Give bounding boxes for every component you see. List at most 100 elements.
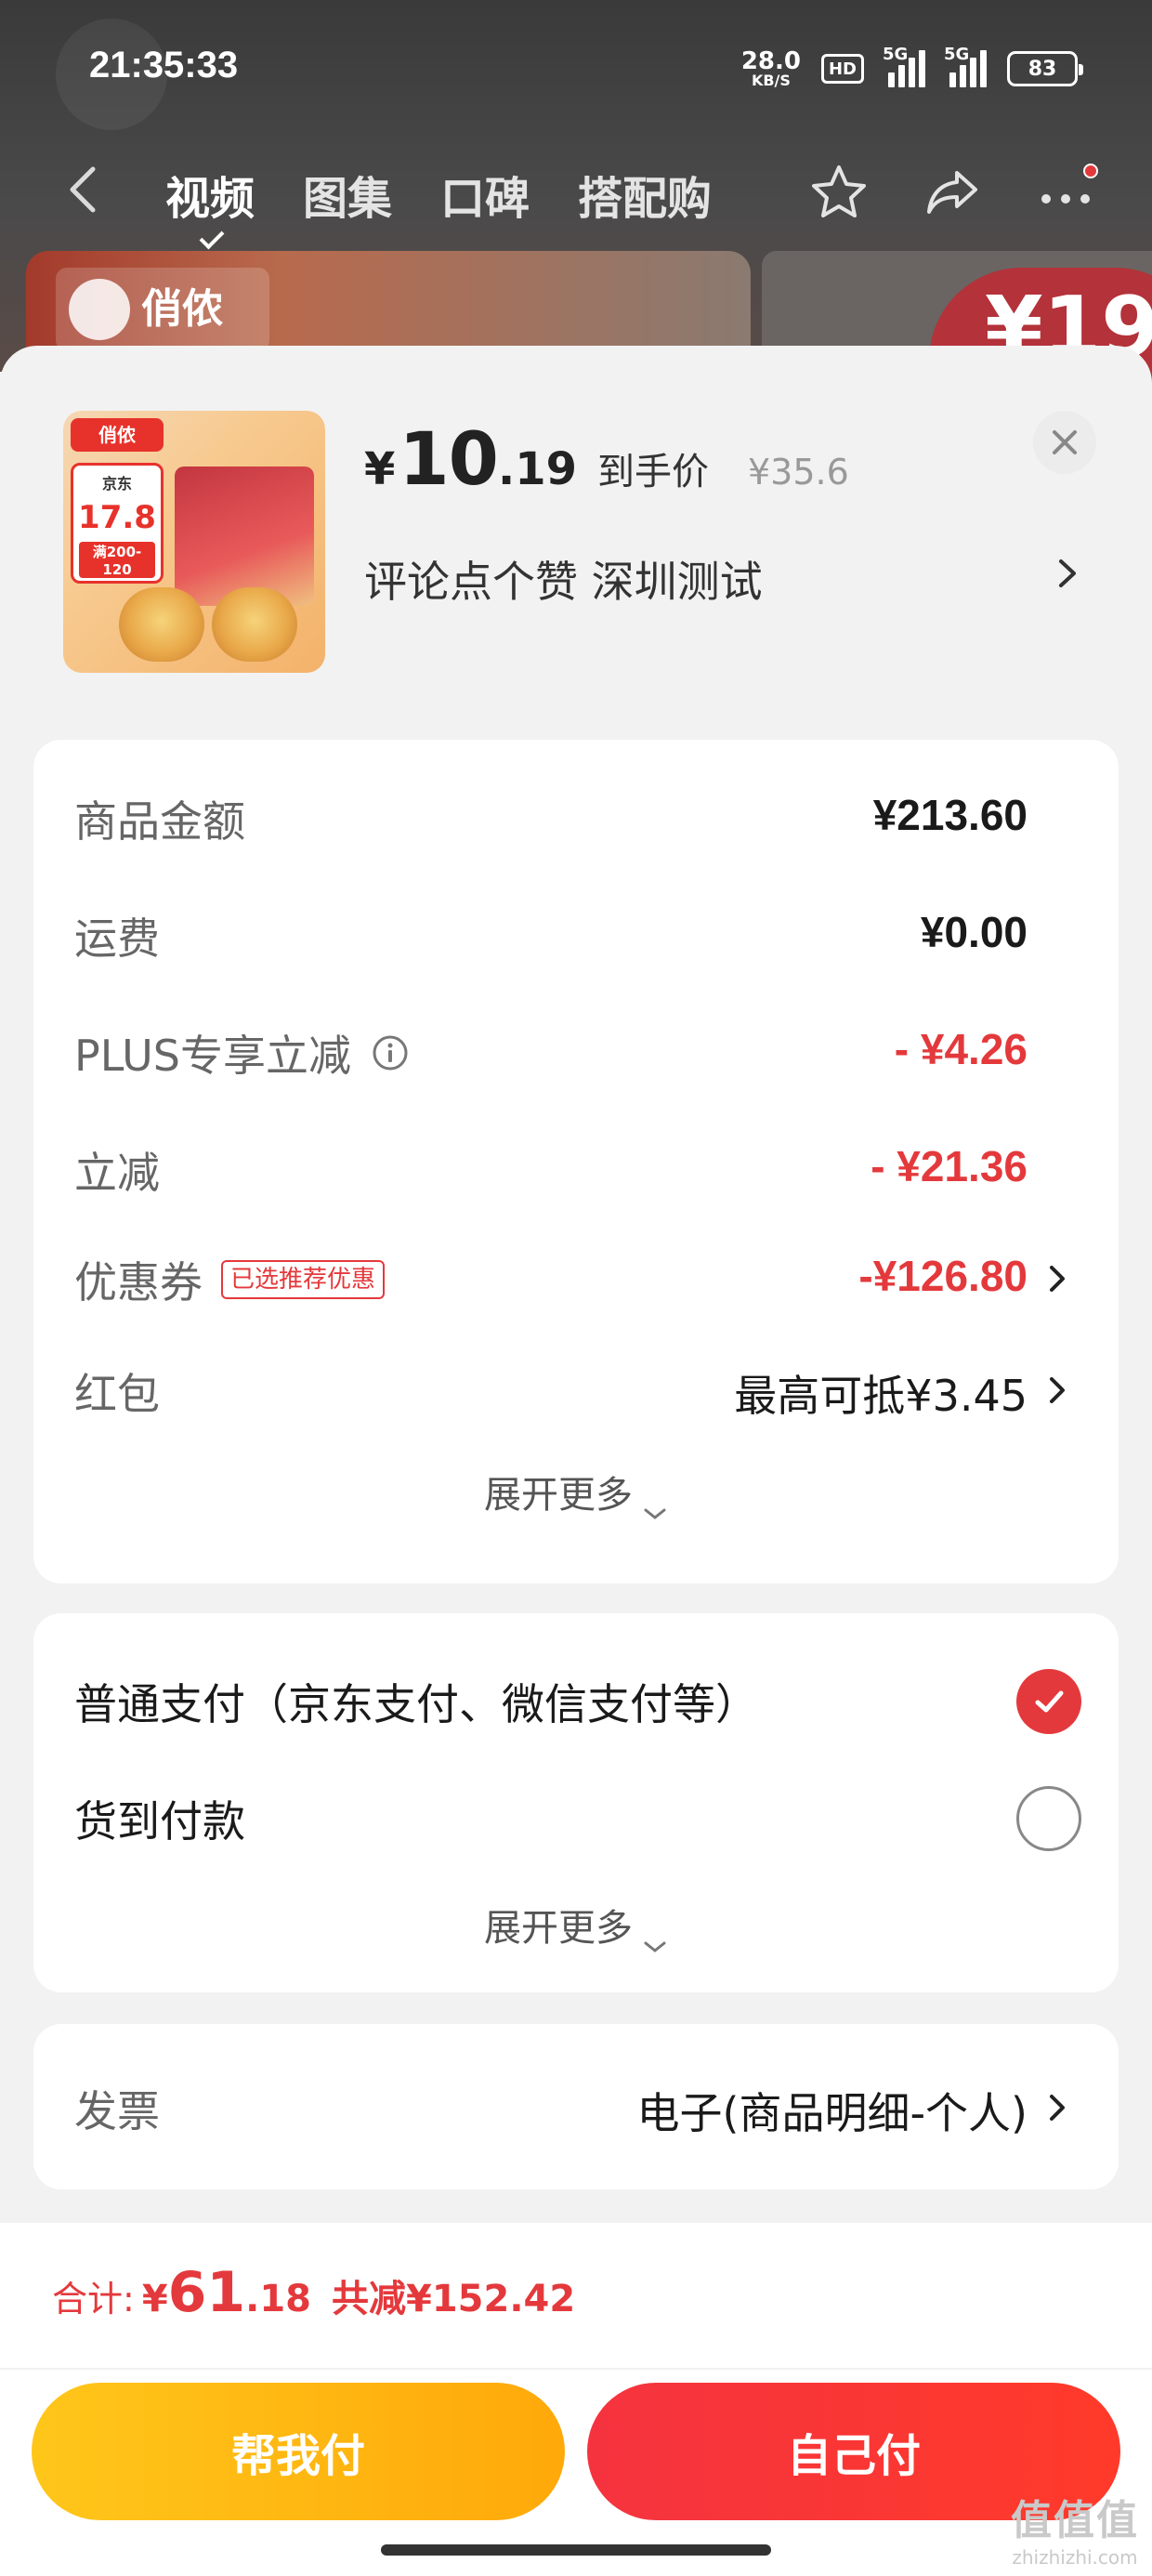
network-speed-unit: KB/S	[751, 72, 791, 89]
payment-option-normal[interactable]: 普通支付（京东支付、微信支付等）	[33, 1650, 1119, 1743]
payment-option-label: 货到付款	[74, 1796, 245, 1847]
chevron-right-icon	[1044, 1258, 1072, 1299]
payment-option-label: 普通支付（京东支付、微信支付等）	[74, 1679, 758, 1729]
background-brand-logo: 俏侬	[56, 268, 269, 351]
row-invoice[interactable]: 发票 电子(商品明细-个人)	[33, 2065, 1119, 2149]
price-integer: 10	[399, 418, 499, 502]
brand-mascot-icon	[69, 279, 130, 340]
divider	[0, 2368, 1152, 2370]
notification-dot	[1083, 164, 1098, 178]
row-shipping: 运费 ¥0.00	[33, 892, 1119, 976]
thumb-egg-tarts	[119, 587, 305, 662]
row-value: ¥213.60	[872, 791, 1028, 839]
row-label: 运费	[74, 913, 160, 964]
expand-more-button[interactable]: 展开更多	[33, 1898, 1119, 1952]
row-coupon[interactable]: 优惠券 已选推荐优惠 -¥126.80	[33, 1236, 1119, 1320]
info-icon[interactable]	[372, 1034, 409, 1071]
row-label: 立减	[74, 1148, 160, 1198]
row-label: 红包	[74, 1369, 160, 1419]
price-label: 到手价	[596, 451, 709, 493]
help-me-pay-button[interactable]: 帮我付	[32, 2383, 565, 2520]
row-value: -¥126.80	[858, 1252, 1028, 1300]
row-value: ¥0.00	[920, 908, 1028, 956]
row-label: PLUS专享立减	[74, 1022, 409, 1084]
home-indicator[interactable]	[381, 2544, 771, 2556]
chevron-right-icon[interactable]	[1048, 550, 1085, 597]
row-plus-discount: PLUS专享立减 - ¥4.26	[33, 1009, 1119, 1093]
checked-radio-icon[interactable]	[1016, 1669, 1081, 1734]
network-speed: 28.0 KB/S	[741, 49, 801, 88]
row-label: 商品金额	[74, 796, 245, 847]
row-red-packet[interactable]: 红包 最高可抵¥3.45	[33, 1347, 1119, 1431]
expand-more-label: 展开更多	[484, 1907, 633, 1950]
chevron-down-icon	[642, 1489, 668, 1519]
price-decimal: .19	[497, 443, 577, 495]
tab-reviews[interactable]: 口碑	[440, 162, 530, 227]
checkout-footer: 合计: ¥ 61 .18 共减¥152.42 帮我付 自己付 值值值 zhizh…	[0, 2223, 1152, 2576]
signal-icon-2: 5G	[944, 45, 987, 87]
original-price: ¥35.6	[747, 452, 849, 493]
battery-icon: 83	[1007, 51, 1083, 86]
payment-method-card: 普通支付（京东支付、微信支付等） 货到付款 展开更多	[33, 1613, 1119, 1992]
tab-bundle[interactable]: 搭配购	[578, 162, 712, 227]
unchecked-radio-icon[interactable]	[1016, 1786, 1081, 1851]
signal-label: 5G	[883, 45, 909, 64]
thumb-promo: 满200-120	[79, 542, 155, 578]
chevron-right-icon	[1044, 2087, 1072, 2128]
nav-actions	[808, 162, 1098, 223]
expand-more-label: 展开更多	[484, 1474, 633, 1517]
row-value: - ¥4.26	[894, 1025, 1028, 1073]
product-top-nav: 视频 图集 口碑 搭配购	[0, 139, 1152, 242]
chevron-down-icon	[642, 1922, 668, 1952]
total-decimal: .18	[245, 2278, 312, 2320]
invoice-card[interactable]: 发票 电子(商品明细-个人)	[33, 2024, 1119, 2189]
row-label-text: PLUS专享立减	[74, 1031, 351, 1081]
chevron-right-icon	[1044, 1370, 1072, 1411]
favorite-star-icon[interactable]	[808, 162, 870, 223]
tab-gallery[interactable]: 图集	[303, 162, 392, 227]
nav-tabs: 视频 图集 口碑 搭配购	[165, 162, 712, 227]
site-watermark: 值值值 zhizhizhi.com	[1011, 2487, 1139, 2569]
coupon-tag: 已选推荐优惠	[221, 1260, 386, 1299]
back-arrow-icon[interactable]	[59, 164, 111, 216]
payment-option-cod[interactable]: 货到付款	[33, 1768, 1119, 1860]
total-integer: 61	[167, 2260, 246, 2325]
total-label: 合计:	[52, 2279, 135, 2320]
background-brand-text: 俏侬	[141, 285, 223, 333]
expand-more-button[interactable]: 展开更多	[33, 1465, 1119, 1519]
product-spec[interactable]: 评论点个赞 深圳测试	[364, 548, 763, 610]
signal-icon: 5G	[883, 45, 925, 87]
row-goods-amount: 商品金额 ¥213.60	[33, 775, 1119, 859]
product-summary: 俏侬 京东 17.8 满200-120 ¥ 10 .19 到手价 ¥35.6 评…	[0, 346, 1152, 717]
price-line: ¥ 10 .19 到手价 ¥35.6	[364, 418, 849, 502]
thumb-price-card: 京东 17.8 满200-120	[71, 463, 164, 584]
order-amount-card: 商品金额 ¥213.60 运费 ¥0.00 PLUS专享立减 - ¥4.26 立…	[33, 740, 1119, 1584]
close-button[interactable]	[1033, 411, 1096, 474]
share-icon[interactable]	[922, 162, 983, 223]
row-value: - ¥21.36	[871, 1142, 1028, 1190]
total-currency: ¥	[141, 2278, 168, 2320]
hd-icon: HD	[821, 54, 864, 84]
close-icon	[1053, 430, 1077, 454]
tab-video[interactable]: 视频	[165, 162, 255, 227]
signal-label-2: 5G	[944, 45, 970, 64]
watermark-logo: 值值值	[1011, 2497, 1139, 2544]
network-speed-value: 28.0	[740, 47, 801, 75]
thumb-store-label: 京东	[101, 475, 132, 493]
thumb-product-box	[175, 467, 314, 606]
row-value: 最高可抵¥3.45	[734, 1371, 1028, 1421]
product-thumbnail: 俏侬 京东 17.8 满200-120	[63, 411, 325, 673]
status-bar: 21:35:33 28.0 KB/S HD 5G 5G 83	[0, 0, 1152, 139]
total-saved: 共减¥152.42	[332, 2278, 576, 2320]
row-label-text: 优惠券	[74, 1257, 203, 1308]
thumb-price: 17.8	[78, 499, 156, 536]
total-line: 合计: ¥ 61 .18 共减¥152.42	[52, 2260, 575, 2325]
invoice-value: 电子(商品明细-个人)	[636, 2088, 1028, 2138]
price-currency: ¥	[364, 443, 396, 495]
more-icon[interactable]	[1035, 162, 1098, 223]
thumb-brand-label: 俏侬	[71, 418, 164, 452]
status-time: 21:35:33	[89, 45, 239, 85]
status-icons: 28.0 KB/S HD 5G 5G 83	[741, 45, 1083, 93]
watermark-url: zhizhizhi.com	[1012, 2546, 1138, 2569]
row-instant-discount: 立减 - ¥21.36	[33, 1126, 1119, 1210]
